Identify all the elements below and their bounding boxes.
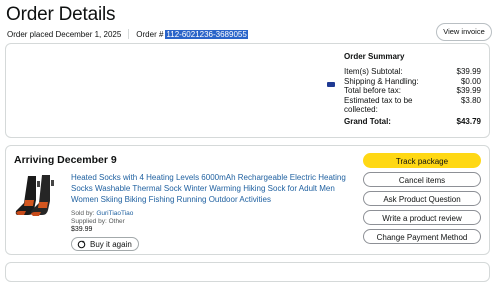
next-card (5, 262, 490, 282)
product-price: $39.99 (71, 226, 93, 233)
sold-by: Sold by: GuriTiaoTiao (71, 210, 133, 217)
summary-label: Item(s) Subtotal: (344, 67, 403, 76)
change-payment-button[interactable]: Change Payment Method (363, 229, 481, 244)
arrival-heading: Arriving December 9 (14, 154, 117, 166)
shipment-actions: Track package Cancel items Ask Product Q… (363, 153, 481, 248)
ask-product-question-button[interactable]: Ask Product Question (363, 191, 481, 206)
summary-row: Estimated tax to be collected: $3.80 (344, 96, 481, 115)
order-summary: Order Summary Item(s) Subtotal: $39.99 S… (344, 52, 481, 126)
track-package-button[interactable]: Track package (363, 153, 481, 168)
seller-link[interactable]: GuriTiaoTiao (96, 210, 133, 217)
buy-again-label: Buy it again (90, 239, 132, 249)
supplied-by: Supplied by: Other (71, 218, 125, 225)
product-image[interactable] (14, 173, 64, 223)
grand-total-label: Grand Total: (344, 116, 391, 126)
order-meta: Order placed December 1, 2025 Order # 11… (7, 29, 248, 39)
page-title: Order Details (6, 4, 116, 25)
order-summary-title: Order Summary (344, 52, 405, 61)
summary-label: Total before tax: (344, 86, 401, 95)
summary-value: $0.00 (460, 76, 481, 86)
summary-value: $39.99 (456, 86, 481, 95)
grand-total-value: $43.79 (456, 116, 481, 126)
shipment-card: Arriving December 9 Heated Socks with 4 … (5, 145, 490, 255)
order-id-label: Order # (136, 29, 164, 39)
summary-row: Total before tax: $39.99 (344, 86, 481, 96)
buy-again-button[interactable]: Buy it again (71, 237, 139, 251)
summary-value: $3.80 (460, 95, 481, 105)
view-invoice-button[interactable]: View invoice (436, 23, 492, 41)
summary-label: Shipping & Handling: (344, 76, 419, 86)
divider (128, 29, 130, 39)
order-id[interactable]: 112-6021236-3689055 (165, 29, 248, 39)
sold-by-label: Sold by: (71, 210, 95, 217)
summary-label: Estimated tax to be collected: (344, 95, 413, 115)
product-title-link[interactable]: Heated Socks with 4 Heating Levels 6000m… (71, 172, 357, 205)
order-placed-date: Order placed December 1, 2025 (7, 29, 122, 39)
summary-value: $39.99 (456, 67, 481, 76)
refresh-icon (77, 240, 86, 248)
card-icon (327, 82, 335, 87)
summary-row: Item(s) Subtotal: $39.99 (344, 67, 481, 77)
grand-total-row: Grand Total: $43.79 (344, 117, 481, 127)
write-review-button[interactable]: Write a product review (363, 210, 481, 225)
cancel-items-button[interactable]: Cancel items (363, 172, 481, 187)
summary-row: Shipping & Handling: $0.00 (344, 77, 481, 87)
order-summary-card: Order Summary Item(s) Subtotal: $39.99 S… (5, 43, 490, 138)
